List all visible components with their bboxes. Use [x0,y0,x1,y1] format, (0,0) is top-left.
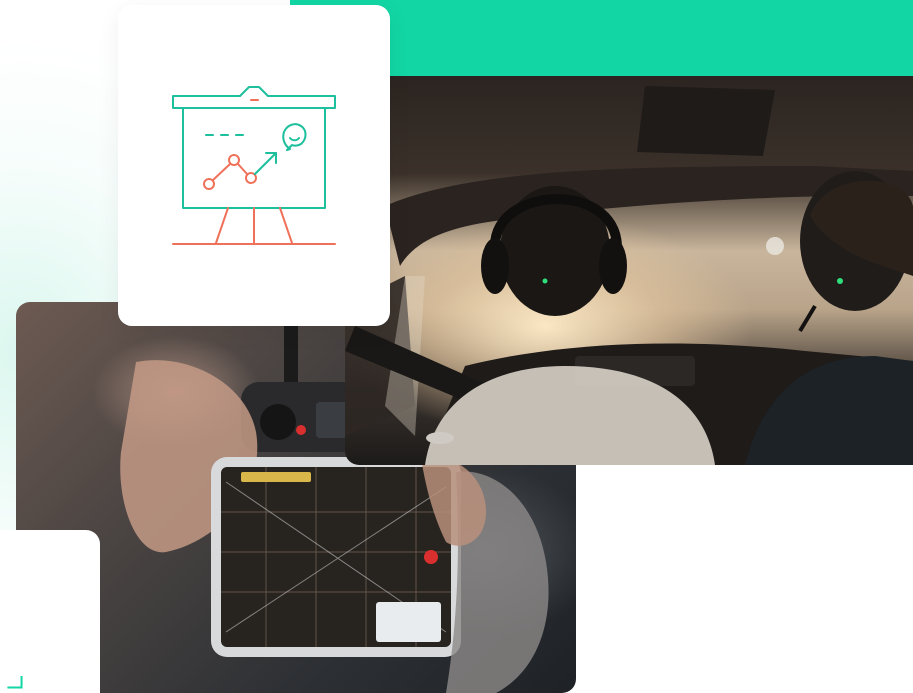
chevron-right-icon [7,676,23,689]
photo-cockpit-pilots [345,76,913,465]
presentation-board-icon [172,86,336,245]
feature-icon-card [118,5,390,326]
hero-collage [0,0,913,693]
secondary-card [0,530,100,693]
